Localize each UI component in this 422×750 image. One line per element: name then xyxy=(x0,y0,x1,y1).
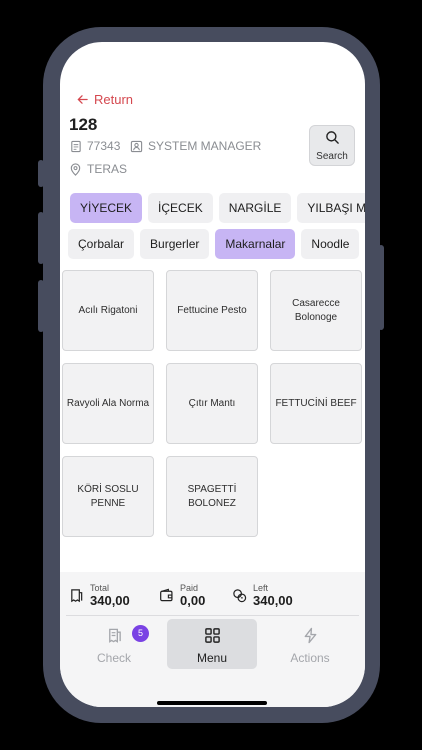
category-tab-nargile[interactable]: NARGİLE xyxy=(218,193,292,223)
paid-value: 0,00 xyxy=(180,593,206,608)
divider xyxy=(66,615,359,616)
subcategory-tabs: Çorbalar Burgerler Makarnalar Noodle xyxy=(68,229,360,259)
order-number-text: 77343 xyxy=(87,139,121,153)
tab-check-label: Check xyxy=(96,651,131,665)
subcategory-tab-burgerler[interactable]: Burgerler xyxy=(140,229,210,259)
arrow-left-icon xyxy=(77,95,88,104)
subcategory-tab-corbalar[interactable]: Çorbalar xyxy=(68,229,135,259)
product-card[interactable]: Çıtır Mantı xyxy=(166,363,258,444)
side-button xyxy=(378,245,384,330)
paid-summary: Paid 0,00 xyxy=(159,583,205,608)
product-card[interactable]: Casarecce Bolonoge xyxy=(270,270,362,351)
page-title: 128 xyxy=(69,115,98,134)
user-name: SYSTEM MANAGER xyxy=(130,139,261,153)
check-count-badge: 5 xyxy=(132,625,149,642)
category-tab-yiyecek[interactable]: YİYECEK xyxy=(70,193,143,223)
product-card[interactable]: Fettucine Pesto xyxy=(166,270,258,351)
tab-menu[interactable]: Menu xyxy=(167,619,257,669)
receipt-icon xyxy=(71,589,83,603)
side-button xyxy=(38,212,44,264)
left-value: 340,00 xyxy=(253,593,293,608)
tab-menu-label: Menu xyxy=(196,651,228,665)
total-value: 340,00 xyxy=(90,593,130,608)
user-badge-icon xyxy=(130,140,143,152)
paid-label: Paid xyxy=(180,583,199,593)
home-indicator xyxy=(157,701,267,705)
category-tabs: YİYECEK İÇECEK NARGİLE YILBAŞI MENÜ xyxy=(70,193,365,223)
coins-icon xyxy=(233,589,247,603)
tab-actions[interactable]: Actions xyxy=(265,619,355,669)
side-button xyxy=(38,280,44,332)
product-card[interactable]: SPAGETTİ BOLONEZ xyxy=(166,456,258,537)
product-card[interactable]: Ravyoli Ala Norma xyxy=(62,363,154,444)
subcategory-tab-makarnalar[interactable]: Makarnalar xyxy=(215,229,296,259)
product-card[interactable]: FETTUCİNİ BEEF xyxy=(270,363,362,444)
category-tab-yilbasi-menu[interactable]: YILBAŞI MENÜ xyxy=(297,193,365,223)
subcategory-tab-noodle[interactable]: Noodle xyxy=(301,229,360,259)
lightning-icon xyxy=(304,627,316,644)
left-summary: Left 340,00 xyxy=(232,583,293,608)
return-label: Return xyxy=(94,92,134,107)
receipt-icon xyxy=(108,628,121,643)
total-summary: Total 340,00 xyxy=(69,583,130,608)
search-button[interactable]: Search xyxy=(309,125,355,166)
search-icon xyxy=(325,131,339,144)
area-name: TERAS xyxy=(69,162,127,176)
search-label: Search xyxy=(316,151,348,162)
user-name-text: SYSTEM MANAGER xyxy=(148,139,262,153)
tab-actions-label: Actions xyxy=(290,651,330,665)
grid-icon xyxy=(204,628,220,643)
return-link[interactable]: Return xyxy=(77,92,133,107)
app-screen: Return 128 77343 SYSTEM MANAGER TERAS Se… xyxy=(60,42,365,707)
area-name-text: TERAS xyxy=(87,162,128,176)
location-pin-icon xyxy=(70,162,81,176)
receipt-icon xyxy=(71,140,81,152)
wallet-icon xyxy=(160,588,173,602)
total-label: Total xyxy=(90,583,110,593)
side-button xyxy=(38,160,44,187)
category-tab-icecek[interactable]: İÇECEK xyxy=(148,193,213,223)
product-card[interactable]: KÖRİ SOSLU PENNE xyxy=(62,456,154,537)
product-card[interactable]: Acılı Rigatoni xyxy=(62,270,154,351)
order-number: 77343 xyxy=(69,139,120,153)
left-label: Left xyxy=(253,583,269,593)
